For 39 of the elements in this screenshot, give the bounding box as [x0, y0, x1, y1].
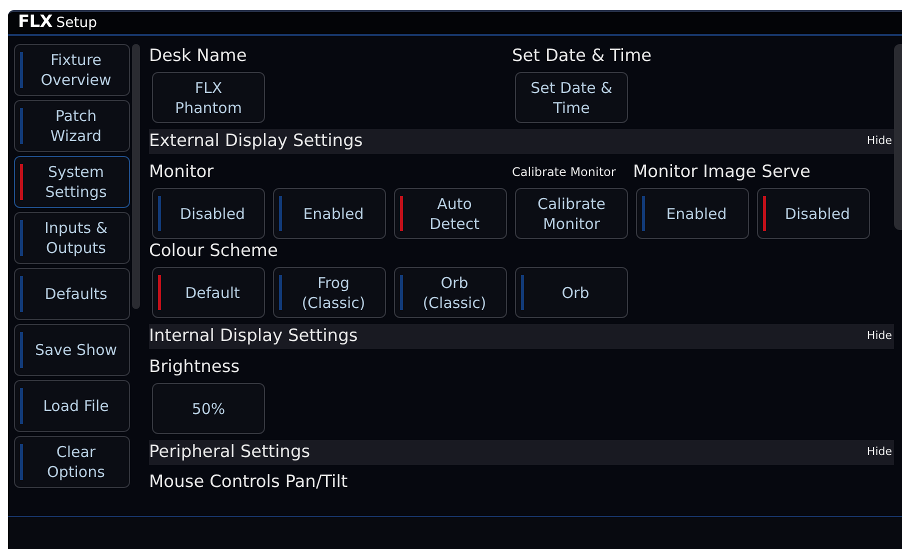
setting-label: Calibrate Monitor [512, 164, 616, 181]
setting-button[interactable]: Disabled [757, 188, 870, 239]
setting-button[interactable]: Auto Detect [394, 188, 507, 239]
sidebar-button[interactable]: Inputs & Outputs [14, 212, 130, 264]
sidebar-button[interactable]: Clear Options [14, 436, 130, 488]
sidebar-button[interactable]: Load File [14, 380, 130, 432]
hide-button[interactable]: Hide [866, 444, 892, 460]
setting-button[interactable]: Calibrate Monitor [515, 188, 628, 239]
sidebar-button[interactable]: Patch Wizard [14, 100, 130, 152]
setting-label: Desk Name [149, 45, 247, 68]
setting-button[interactable]: Orb [515, 267, 628, 318]
content-scrollbar[interactable] [894, 44, 902, 230]
setting-button[interactable]: Enabled [273, 188, 386, 239]
setting-button[interactable]: Default [152, 267, 265, 318]
setting-button[interactable]: Orb (Classic) [394, 267, 507, 318]
setting-button[interactable]: 50% [152, 383, 265, 434]
sidebar-button[interactable]: Fixture Overview [14, 44, 130, 96]
sidebar-button[interactable]: Defaults [14, 268, 130, 320]
logo-text: FLX [18, 12, 52, 34]
setting-button[interactable]: Frog (Classic) [273, 267, 386, 318]
section-title: Peripheral Settings [149, 440, 310, 464]
setting-button[interactable]: Set Date & Time [515, 72, 628, 123]
setting-label: Monitor Image Serve [633, 161, 810, 184]
window-title: Setup [56, 14, 98, 32]
sidebar-scrollbar[interactable] [132, 44, 140, 309]
section-title: External Display Settings [149, 130, 363, 153]
setting-label: Set Date & Time [512, 45, 652, 68]
setting-button[interactable]: Disabled [152, 188, 265, 239]
setting-button[interactable]: FLX Phantom [152, 72, 265, 123]
section-title: Internal Display Settings [149, 324, 358, 348]
setting-label: Colour Scheme [149, 240, 278, 263]
setting-label: Monitor [149, 161, 214, 184]
sidebar-button[interactable]: Save Show [14, 324, 130, 376]
setting-button[interactable]: Enabled [636, 188, 749, 239]
setting-label: Mouse Controls Pan/Tilt [149, 471, 349, 493]
sidebar-button[interactable]: System Settings [14, 156, 130, 208]
hide-button[interactable]: Hide [866, 132, 892, 149]
setting-label: Brightness [149, 356, 240, 379]
hide-button[interactable]: Hide [866, 328, 892, 344]
